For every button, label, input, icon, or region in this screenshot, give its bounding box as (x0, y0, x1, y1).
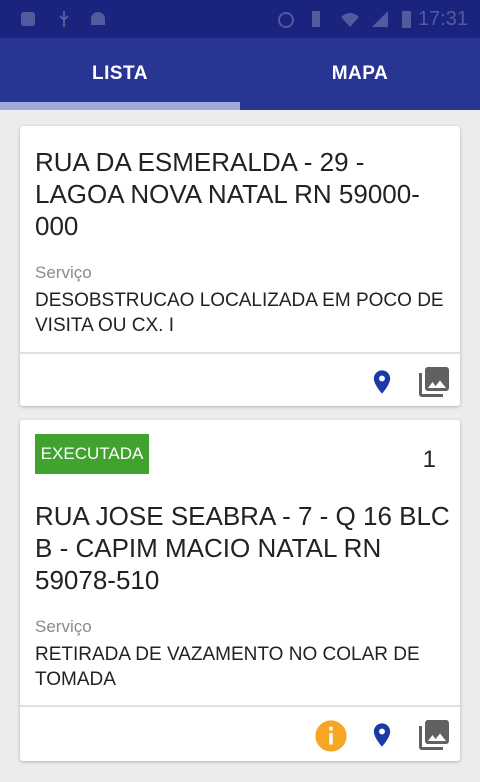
status-badge: EXECUTADA (35, 434, 149, 474)
card-divider (20, 352, 460, 354)
status-clock: 17:31 (417, 8, 468, 30)
usb-icon (59, 11, 69, 27)
android-icon (91, 12, 105, 25)
tab-indicator (0, 102, 240, 110)
tab-bar: LISTA MAPA (0, 38, 480, 110)
card-count: 1 (422, 446, 436, 473)
card-address: RUA JOSE SEABRA - 7 - Q 16 BLC B - CAPIM… (35, 501, 450, 595)
tab-lista[interactable]: LISTA (0, 38, 240, 110)
info-icon[interactable] (314, 719, 348, 753)
notification-icon (21, 12, 35, 26)
vibrate-icon (312, 11, 320, 27)
location-pin-icon[interactable] (368, 366, 396, 398)
battery-icon (402, 11, 411, 28)
service-description: RETIRADA DE VAZAMENTO NO COLAR DE TOMADA (35, 644, 420, 690)
location-pin-icon[interactable] (368, 719, 396, 751)
gallery-icon[interactable] (416, 717, 452, 753)
alarm-icon (278, 12, 294, 28)
signal-icon (372, 11, 388, 27)
service-card[interactable]: RUA DA ESMERALDA - 29 - LAGOA NOVA NATAL… (20, 126, 460, 406)
service-description: DESOBSTRUCAO LOCALIZADA EM POCO DE VISIT… (35, 290, 444, 336)
status-bar: 17:31 (0, 0, 480, 38)
card-divider (20, 705, 460, 707)
gallery-icon[interactable] (416, 364, 452, 400)
service-label: Serviço (35, 617, 92, 636)
service-label: Serviço (35, 263, 92, 282)
service-card[interactable]: EXECUTADA 1 RUA JOSE SEABRA - 7 - Q 16 B… (20, 420, 460, 761)
wifi-icon (341, 13, 359, 27)
tab-mapa[interactable]: MAPA (240, 38, 480, 110)
card-address: RUA DA ESMERALDA - 29 - LAGOA NOVA NATAL… (35, 147, 420, 241)
